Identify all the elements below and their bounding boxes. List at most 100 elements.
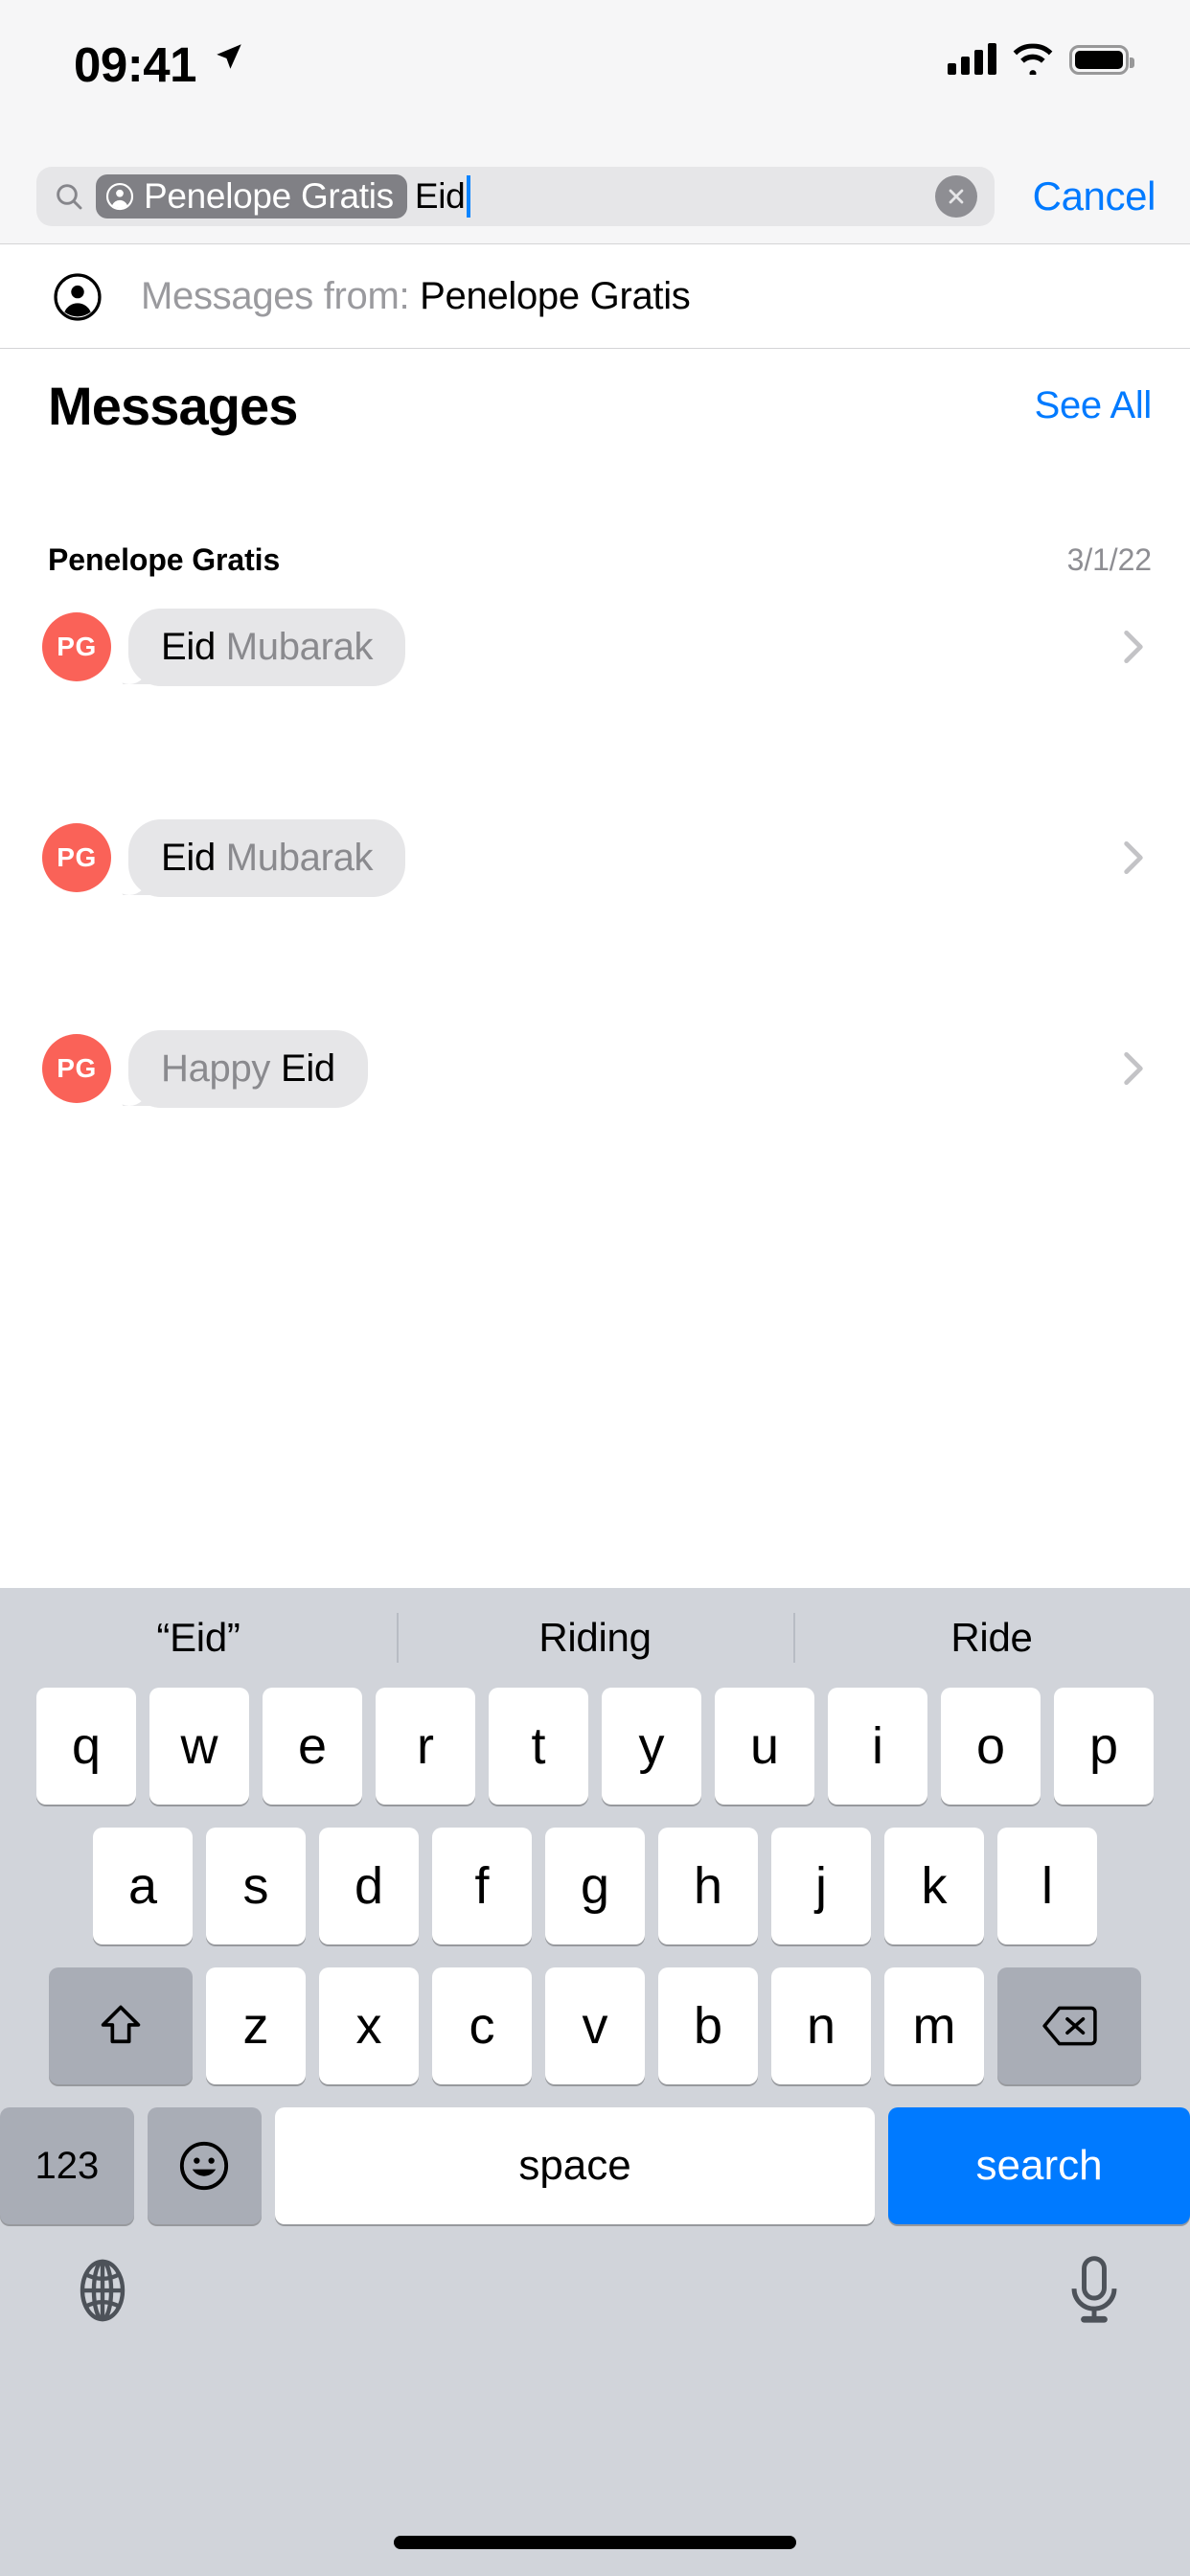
prediction-2[interactable]: Riding bbox=[397, 1615, 793, 1661]
message-remainder: Happy bbox=[161, 1046, 281, 1090]
cellular-bars-icon bbox=[948, 42, 996, 75]
wifi-icon bbox=[1013, 43, 1053, 75]
message-remainder: Mubarak bbox=[215, 836, 374, 879]
key-v[interactable]: v bbox=[545, 1967, 645, 2084]
status-bar: 09:41 bbox=[0, 0, 1190, 149]
matched-term: Eid bbox=[161, 836, 216, 879]
key-m[interactable]: m bbox=[884, 1967, 984, 2084]
key-d[interactable]: d bbox=[319, 1828, 419, 1944]
bubble-tail bbox=[121, 656, 151, 684]
keyboard-row-1: qwertyuiop bbox=[0, 1688, 1190, 1805]
clear-search-button[interactable] bbox=[935, 174, 977, 218]
home-indicator[interactable] bbox=[394, 2536, 796, 2549]
message-bubble-wrapper: Happy Eid bbox=[128, 1029, 368, 1108]
search-input[interactable]: Penelope Gratis Eid bbox=[36, 166, 995, 226]
numbers-key[interactable]: 123 bbox=[0, 2107, 134, 2224]
search-icon bbox=[57, 183, 82, 209]
key-a[interactable]: a bbox=[93, 1828, 193, 1944]
key-j[interactable]: j bbox=[771, 1828, 871, 1944]
key-z[interactable]: z bbox=[206, 1967, 306, 2084]
shift-key[interactable] bbox=[49, 1967, 193, 2084]
suggestion-name: Penelope Gratis bbox=[420, 275, 691, 317]
suggestion-prefix: Messages from: bbox=[141, 275, 410, 317]
prediction-divider bbox=[397, 1613, 399, 1663]
search-token-penelope-gratis[interactable]: Penelope Gratis bbox=[96, 173, 407, 218]
person-circle-icon bbox=[54, 272, 102, 321]
avatar: PG bbox=[42, 1034, 111, 1103]
message-remainder: Mubarak bbox=[215, 625, 374, 668]
status-bar-time: 09:41 bbox=[74, 37, 196, 92]
messages-section-header: Messages See All bbox=[0, 349, 1190, 462]
key-x[interactable]: x bbox=[319, 1967, 419, 2084]
keyboard: “Eid” Riding Ride qwertyuiop asdfghjkl zxc… bbox=[0, 1588, 1190, 2576]
message-bubble-text: Eid Mubarak bbox=[128, 608, 406, 686]
key-s[interactable]: s bbox=[206, 1828, 306, 1944]
prediction-1[interactable]: “Eid” bbox=[0, 1615, 397, 1661]
person-circle-icon bbox=[105, 182, 134, 210]
row-spacer bbox=[0, 700, 1190, 805]
key-b[interactable]: b bbox=[658, 1967, 758, 2084]
key-r[interactable]: r bbox=[376, 1688, 475, 1805]
prediction-divider bbox=[793, 1613, 795, 1663]
avatar: PG bbox=[42, 612, 111, 681]
key-p[interactable]: p bbox=[1054, 1688, 1154, 1805]
search-key[interactable]: search bbox=[888, 2107, 1190, 2224]
key-y[interactable]: y bbox=[602, 1688, 701, 1805]
space-key[interactable]: space bbox=[275, 2107, 876, 2224]
messages-from-suggestion-row[interactable]: Messages from: Penelope Gratis bbox=[0, 245, 1190, 349]
search-token-label: Penelope Gratis bbox=[144, 175, 394, 216]
conversation-header: Penelope Gratis 3/1/22 bbox=[0, 542, 1190, 578]
close-icon bbox=[949, 189, 964, 203]
key-e[interactable]: e bbox=[263, 1688, 362, 1805]
location-arrow-icon bbox=[213, 40, 245, 78]
prediction-3[interactable]: Ride bbox=[793, 1615, 1190, 1661]
key-u[interactable]: u bbox=[715, 1688, 814, 1805]
search-bar: Penelope Gratis Eid Cancel bbox=[0, 149, 1190, 244]
page-title: Messages bbox=[48, 375, 298, 436]
message-bubble-text: Happy Eid bbox=[128, 1029, 368, 1108]
suggestion-text: Messages from: Penelope Gratis bbox=[141, 275, 691, 318]
key-w[interactable]: w bbox=[149, 1688, 249, 1805]
key-f[interactable]: f bbox=[432, 1828, 532, 1944]
keyboard-row-4: 123 space search bbox=[0, 2107, 1190, 2224]
key-i[interactable]: i bbox=[828, 1688, 927, 1805]
search-result-row[interactable]: PG Eid Mubarak bbox=[0, 594, 1190, 700]
matched-term: Eid bbox=[161, 625, 216, 668]
globe-language-icon[interactable] bbox=[69, 2257, 136, 2324]
chevron-right-icon bbox=[1124, 840, 1143, 875]
key-n[interactable]: n bbox=[771, 1967, 871, 2084]
key-t[interactable]: t bbox=[489, 1688, 588, 1805]
conversation-name: Penelope Gratis bbox=[48, 542, 281, 577]
keyboard-bottom-row bbox=[0, 2242, 1190, 2326]
bubble-tail bbox=[121, 866, 151, 895]
search-result-row[interactable]: PG Eid Mubarak bbox=[0, 805, 1190, 910]
row-spacer bbox=[0, 910, 1190, 1016]
key-q[interactable]: q bbox=[36, 1688, 136, 1805]
predictive-text-bar: “Eid” Riding Ride bbox=[0, 1588, 1190, 1688]
avatar: PG bbox=[42, 823, 111, 892]
emoji-smiley-icon bbox=[180, 2141, 229, 2191]
emoji-key[interactable] bbox=[147, 2107, 262, 2224]
keyboard-row-3: zxcvbnm bbox=[0, 1967, 1190, 2084]
microphone-icon[interactable] bbox=[1067, 2255, 1121, 2326]
cancel-button[interactable]: Cancel bbox=[1033, 173, 1156, 219]
key-h[interactable]: h bbox=[658, 1828, 758, 1944]
key-o[interactable]: o bbox=[941, 1688, 1041, 1805]
message-bubble-wrapper: Eid Mubarak bbox=[128, 608, 406, 686]
iphone-screen: 09:41 Penelope Gratis Eid Cancel Message… bbox=[0, 0, 1190, 2576]
conversation-date: 3/1/22 bbox=[1066, 542, 1152, 577]
keyboard-row-2: asdfghjkl bbox=[0, 1828, 1190, 1944]
key-g[interactable]: g bbox=[545, 1828, 645, 1944]
key-c[interactable]: c bbox=[432, 1967, 532, 2084]
key-l[interactable]: l bbox=[997, 1828, 1097, 1944]
message-bubble-wrapper: Eid Mubarak bbox=[128, 818, 406, 897]
key-k[interactable]: k bbox=[884, 1828, 984, 1944]
text-cursor bbox=[467, 174, 471, 218]
row-spacer bbox=[0, 1121, 1190, 1227]
see-all-button[interactable]: See All bbox=[1035, 384, 1153, 427]
chevron-right-icon bbox=[1124, 630, 1143, 664]
backspace-key[interactable] bbox=[997, 1967, 1141, 2084]
message-bubble-text: Eid Mubarak bbox=[128, 818, 406, 897]
search-result-row[interactable]: PG Happy Eid bbox=[0, 1016, 1190, 1121]
matched-term: Eid bbox=[280, 1046, 335, 1090]
